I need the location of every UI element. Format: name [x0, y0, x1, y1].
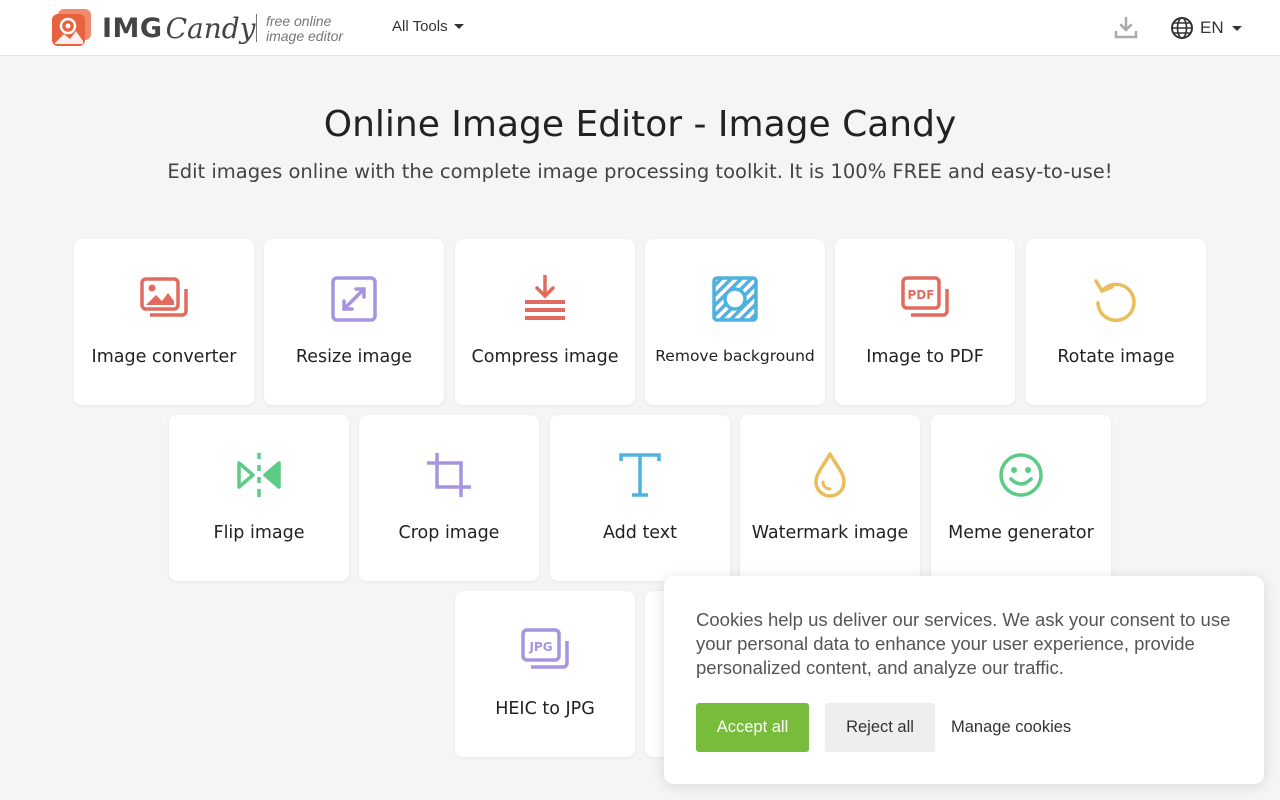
globe-icon [1171, 17, 1193, 39]
tool-card-rotate-image[interactable]: Rotate image [1026, 239, 1206, 405]
tagline-line-2: image editor [266, 28, 344, 44]
tool-card-crop-image[interactable]: Crop image [359, 415, 539, 581]
tool-label: Crop image [398, 523, 500, 543]
language-label: EN [1200, 18, 1224, 37]
tagline-line-1: free online [266, 13, 332, 29]
tool-label: Remove background [655, 347, 815, 365]
tagline: free online image editor [256, 13, 344, 44]
tool-label: Image to PDF [866, 347, 984, 367]
tool-card-remove-background[interactable]: Remove background [645, 239, 825, 405]
watermark-drop-icon [814, 452, 846, 498]
logo-text-candy: Candy [165, 11, 256, 45]
images-icon [140, 277, 188, 317]
tool-card-flip-image[interactable]: Flip image [169, 415, 349, 581]
tool-label: Flip image [213, 523, 305, 543]
svg-text:JPG: JPG [528, 640, 552, 654]
tool-label: Resize image [295, 347, 413, 367]
page-subtitle: Edit images online with the complete ima… [167, 160, 1113, 183]
smiley-icon [999, 453, 1043, 497]
compress-icon [525, 275, 565, 320]
tool-label: Watermark image [751, 523, 909, 543]
imgcandy-logo[interactable]: IMG Candy [52, 9, 255, 47]
all-tools-label: All Tools [392, 18, 448, 35]
cookie-consent-banner: Cookies help us deliver our services. We… [664, 576, 1264, 784]
tool-card-watermark-image[interactable]: Watermark image [740, 415, 920, 581]
accept-all-button[interactable]: Accept all [696, 703, 809, 752]
tool-label: Compress image [471, 347, 619, 367]
tool-label: HEIC to JPG [495, 699, 595, 719]
tool-card-image-converter[interactable]: Image converter [74, 239, 254, 405]
chevron-down-icon [1231, 25, 1242, 31]
tool-card-add-text[interactable]: Add text [550, 415, 730, 581]
tool-card-compress-image[interactable]: Compress image [455, 239, 635, 405]
tool-card-heic-to-jpg[interactable]: JPG HEIC to JPG [455, 591, 635, 757]
all-tools-dropdown[interactable]: All Tools [392, 18, 464, 35]
pdf-icon: PDF [901, 276, 949, 317]
remove-background-icon [712, 276, 758, 322]
text-icon [619, 453, 661, 497]
reject-all-button[interactable]: Reject all [825, 703, 935, 752]
chevron-down-icon [453, 24, 464, 29]
logo-icon [52, 9, 91, 46]
resize-icon [331, 276, 377, 322]
tool-card-meme-generator[interactable]: Meme generator [931, 415, 1111, 581]
tool-label: Image converter [91, 347, 237, 367]
tool-card-resize-image[interactable]: Resize image [264, 239, 444, 405]
logo-text-img: IMG [102, 12, 163, 44]
manage-cookies-link[interactable]: Manage cookies [951, 703, 1071, 752]
tool-label: Rotate image [1057, 347, 1175, 367]
cookie-message: Cookies help us deliver our services. We… [696, 609, 1231, 678]
tool-card-image-to-pdf[interactable]: PDF Image to PDF [835, 239, 1015, 405]
tool-label: Meme generator [948, 523, 1094, 543]
crop-icon [427, 453, 471, 497]
page-title: Online Image Editor - Image Candy [323, 104, 957, 145]
flip-icon [237, 453, 281, 497]
download-icon[interactable] [1113, 15, 1139, 41]
rotate-icon [1094, 279, 1136, 323]
tool-label: Add text [603, 523, 677, 543]
svg-text:PDF: PDF [908, 288, 935, 302]
jpg-icon: JPG [521, 628, 569, 669]
language-selector[interactable]: EN [1170, 16, 1242, 40]
top-header: IMG Candy free online image editor All T… [0, 0, 1280, 56]
